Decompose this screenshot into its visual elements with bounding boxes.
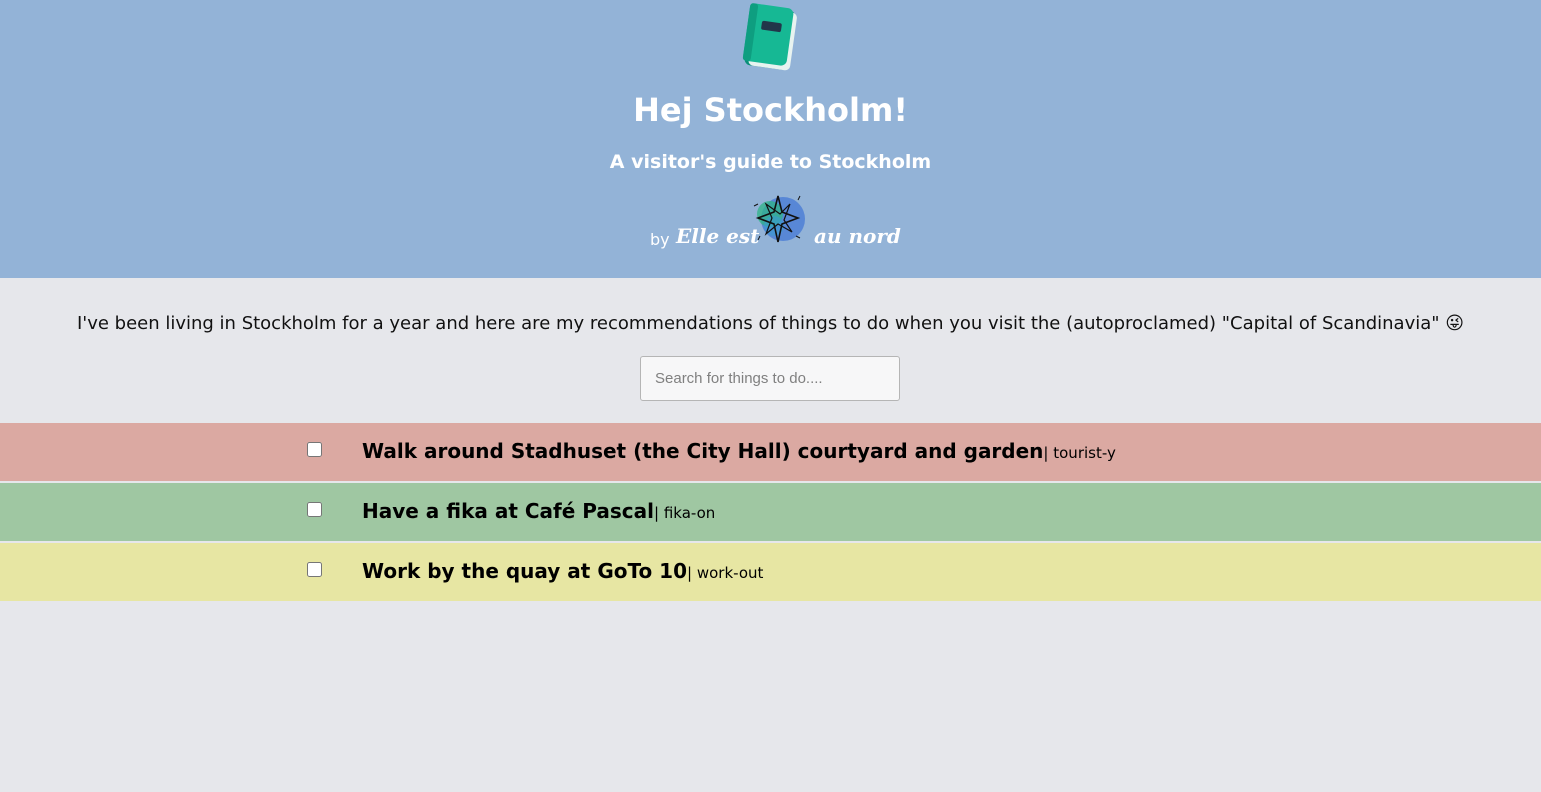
book-icon <box>742 3 797 71</box>
byline: by Elle est au nord <box>0 190 1541 254</box>
todo-text: Walk around Stadhuset (the City Hall) co… <box>362 439 1116 463</box>
by-label: by <box>650 230 670 249</box>
intro-text: I've been living in Stockholm for a year… <box>76 313 1465 334</box>
todo-tag: work-out <box>696 564 764 582</box>
todo-title: Walk around Stadhuset (the City Hall) co… <box>362 439 1044 463</box>
site-subtitle: A visitor's guide to Stockholm <box>609 151 932 173</box>
todo-separator: | <box>687 564 697 582</box>
todo-text: Have a fika at Café Pascal| fika-on <box>362 499 715 523</box>
compass-logo <box>753 195 805 243</box>
todo-item-stadhuset: Walk around Stadhuset (the City Hall) co… <box>0 423 1541 481</box>
todo-checkbox[interactable] <box>307 442 322 457</box>
todo-checkbox[interactable] <box>307 562 322 577</box>
site-title: Hej Stockholm! <box>633 91 908 129</box>
brand-name-left: Elle est <box>676 224 760 248</box>
todo-list: Walk around Stadhuset (the City Hall) co… <box>0 423 1541 603</box>
todo-checkbox[interactable] <box>307 502 322 517</box>
todo-tag: tourist-y <box>1053 444 1116 462</box>
todo-tag: fika-on <box>663 504 716 522</box>
todo-item-cafe-pascal: Have a fika at Café Pascal| fika-on <box>0 483 1541 541</box>
todo-text: Work by the quay at GoTo 10| work-out <box>362 559 763 583</box>
todo-title: Work by the quay at GoTo 10 <box>362 559 687 583</box>
todo-item-goto-10: Work by the quay at GoTo 10| work-out <box>0 543 1541 601</box>
site-header: Hej Stockholm! A visitor's guide to Stoc… <box>0 0 1541 278</box>
brand-name-right: au nord <box>814 224 901 248</box>
todo-separator: | <box>654 504 664 522</box>
todo-title: Have a fika at Café Pascal <box>362 499 654 523</box>
todo-separator: | <box>1043 444 1054 462</box>
search-input[interactable] <box>640 356 900 401</box>
